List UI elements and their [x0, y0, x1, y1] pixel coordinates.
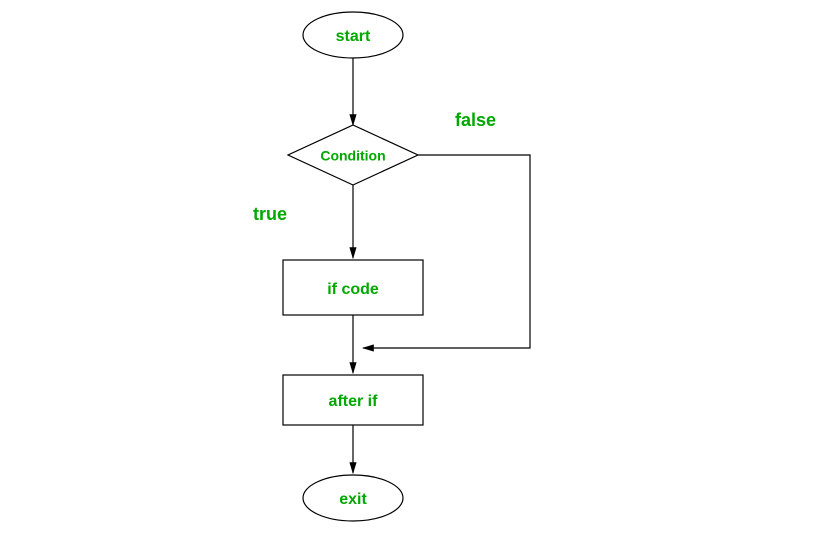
edge-condition-to-afterif-false [363, 155, 530, 348]
true-edge-label: true [253, 204, 287, 224]
ifcode-label: if code [327, 281, 379, 298]
exit-label: exit [339, 491, 367, 508]
flowchart-diagram: start Condition true false if code after… [0, 0, 819, 531]
flowchart-svg: start Condition true false if code after… [0, 0, 819, 531]
start-label: start [336, 28, 371, 45]
afterif-label: after if [329, 393, 379, 410]
false-edge-label: false [455, 110, 496, 130]
condition-label: Condition [320, 148, 385, 164]
